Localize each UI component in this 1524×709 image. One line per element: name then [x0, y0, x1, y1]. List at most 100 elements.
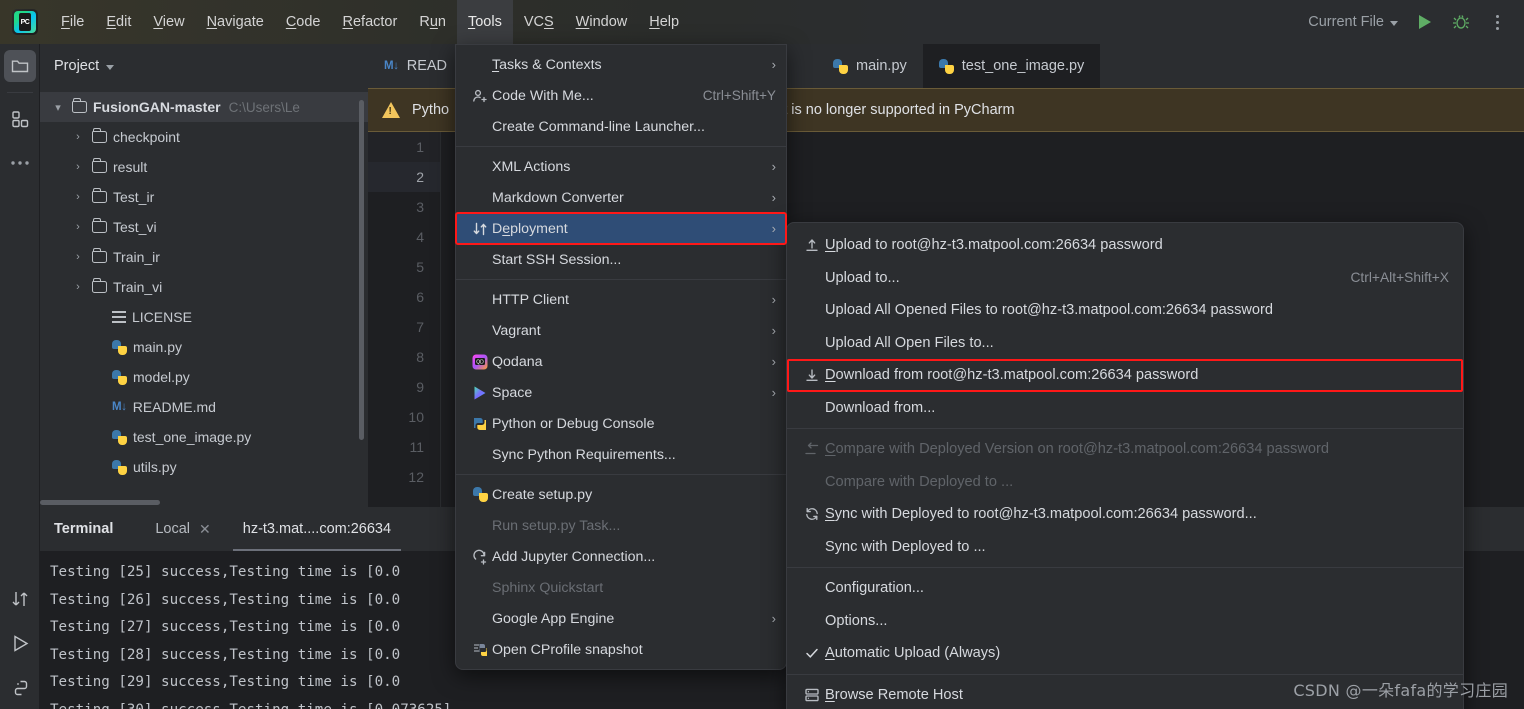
deployment-submenu[interactable]: Upload to root@hz-t3.matpool.com:26634 p… [786, 222, 1464, 709]
tools-menu-item-tasks-contexts[interactable]: Tasks & Contexts › [456, 49, 786, 80]
sidebar-item-structure[interactable] [0, 97, 40, 141]
run-configuration-selector[interactable]: Current File [1302, 14, 1404, 30]
tree-node[interactable]: M↓ README.md [40, 392, 368, 422]
menu-tools[interactable]: Tools [456, 0, 513, 44]
editor-tab-main-py[interactable]: main.py [817, 44, 923, 88]
tree-node[interactable]: LICENSE [40, 302, 368, 332]
deployment-item-upload-to-root-hz-t3-matpool-com-26634-password[interactable]: Upload to root@hz-t3.matpool.com:26634 p… [787, 229, 1463, 262]
menu-label: Navigate [206, 14, 264, 30]
deployment-item-automatic-upload-always[interactable]: Automatic Upload (Always) [787, 637, 1463, 670]
download-icon [799, 367, 825, 383]
tools-menu-item-http-client[interactable]: HTTP Client › [456, 284, 786, 315]
tools-menu-item-code-with-me[interactable]: Code With Me... Ctrl+Shift+Y [456, 80, 786, 111]
chevron-right-icon[interactable]: › [70, 161, 86, 173]
python-file-icon [112, 459, 127, 475]
tools-menu-item-create-setup-py[interactable]: Create setup.py [456, 479, 786, 510]
menu-view[interactable]: View [142, 0, 195, 44]
menu-item-label: Create Command-line Launcher... [492, 118, 705, 135]
notification-text-left: Pytho [412, 102, 450, 118]
chevron-right-icon[interactable]: › [70, 251, 86, 263]
tree-node[interactable]: test_one_image.py [40, 422, 368, 452]
menu-vcs[interactable]: VCS [513, 0, 565, 44]
chevron-right-icon[interactable]: › [70, 131, 86, 143]
tree-node[interactable]: utils.py [40, 452, 368, 482]
menu-window[interactable]: Window [565, 0, 639, 44]
tools-menu-item-deployment[interactable]: Deployment › [455, 212, 787, 245]
tools-menu-item-markdown-converter[interactable]: Markdown Converter › [456, 182, 786, 213]
menu-navigate[interactable]: Navigate [196, 0, 275, 44]
chevron-right-icon[interactable]: › [70, 221, 86, 233]
chevron-down-icon[interactable]: ▾ [50, 101, 66, 114]
menu-item-label: Compare with Deployed Version on root@hz… [825, 441, 1329, 458]
tools-menu-item-space[interactable]: Space › [456, 377, 786, 408]
tools-menu-item-sync-python-requirements[interactable]: Sync Python Requirements... [456, 439, 786, 470]
menu-item-label: Add Jupyter Connection... [492, 548, 656, 565]
menu-item-label: Run setup.py Task... [492, 517, 621, 534]
sidebar-item-python-console[interactable] [0, 665, 40, 709]
warning-triangle-icon [382, 102, 400, 118]
menu-help[interactable]: Help [638, 0, 690, 44]
folder-icon [92, 188, 107, 203]
tree-node[interactable]: › result [40, 152, 368, 182]
deployment-item-upload-to[interactable]: Upload to... Ctrl+Alt+Shift+X [787, 262, 1463, 295]
menu-label: Tools [467, 14, 502, 30]
tools-menu-item-add-jupyter-connection[interactable]: Add Jupyter Connection... [456, 541, 786, 572]
deployment-item-upload-all-opened-files-to-root-hz-t3-matpool-co[interactable]: Upload All Opened Files to root@hz-t3.ma… [787, 294, 1463, 327]
tree-node-label: LICENSE [132, 309, 192, 325]
close-icon[interactable]: ✕ [199, 521, 211, 538]
sidebar-item-more[interactable] [0, 141, 40, 185]
tools-menu-item-google-app-engine[interactable]: Google App Engine › [456, 603, 786, 634]
tree-node[interactable]: › Train_vi [40, 272, 368, 302]
project-file-tree[interactable]: ▾ FusionGAN-master C:\Users\Le › checkpoint ›… [40, 88, 368, 482]
menu-run[interactable]: Run [408, 0, 457, 44]
upload-icon [799, 237, 825, 253]
sidebar-item-project[interactable] [0, 44, 40, 88]
chevron-right-icon[interactable]: › [70, 191, 86, 203]
chevron-right-icon[interactable]: › [70, 281, 86, 293]
deployment-item-sync-with-deployed-to-root-hz-t3-matpool-com-266[interactable]: Sync with Deployed to root@hz-t3.matpool… [787, 498, 1463, 531]
menu-edit[interactable]: Edit [95, 0, 142, 44]
tools-menu-item-xml-actions[interactable]: XML Actions › [456, 151, 786, 182]
project-panel-header[interactable]: Project [40, 44, 368, 88]
tree-node-label: FusionGAN-master [93, 99, 221, 115]
tree-node[interactable]: model.py [40, 362, 368, 392]
deployment-item-sync-with-deployed-to[interactable]: Sync with Deployed to ... [787, 531, 1463, 564]
tree-node[interactable]: ▾ FusionGAN-master C:\Users\Le [40, 92, 368, 122]
line-number: 12 [408, 469, 424, 485]
tools-menu-item-qodana[interactable]: QD Qodana › [456, 346, 786, 377]
editor-tab-test_one_image-py[interactable]: test_one_image.py [922, 44, 1101, 88]
debug-bug-icon[interactable] [1446, 7, 1476, 37]
project-tree-scrollbar[interactable] [359, 100, 364, 440]
tools-dropdown-menu[interactable]: Tasks & Contexts › Code With Me... Ctrl+Shi… [455, 44, 787, 670]
tools-menu-item-python-or-debug-console[interactable]: Python or Debug Console [456, 408, 786, 439]
tree-node[interactable]: › checkpoint [40, 122, 368, 152]
tools-menu-item-vagrant[interactable]: Vagrant › [456, 315, 786, 346]
menu-file[interactable]: File [50, 0, 95, 44]
deployment-item-options[interactable]: Options... [787, 605, 1463, 638]
sidebar-item-run[interactable] [0, 621, 40, 665]
run-play-icon[interactable] [1410, 7, 1440, 37]
menu-refactor[interactable]: Refactor [332, 0, 409, 44]
sidebar-item-commit[interactable] [0, 577, 40, 621]
terminal-tab-remote[interactable]: hz-t3.mat....com:26634 [227, 507, 407, 551]
more-vertical-icon[interactable] [1482, 7, 1512, 37]
deployment-item-configuration[interactable]: Configuration... [787, 572, 1463, 605]
tools-menu-item-start-ssh-session[interactable]: Start SSH Session... [456, 244, 786, 275]
chevron-down-icon[interactable] [106, 64, 115, 70]
project-tree-hscrollbar[interactable] [40, 500, 160, 505]
menu-code[interactable]: Code [275, 0, 332, 44]
chevron-right-icon: › [771, 385, 776, 400]
tree-node[interactable]: › Test_ir [40, 182, 368, 212]
tree-node[interactable]: main.py [40, 332, 368, 362]
deployment-item-download-from[interactable]: Download from... [787, 392, 1463, 425]
tree-node[interactable]: › Test_vi [40, 212, 368, 242]
tree-node[interactable]: › Train_ir [40, 242, 368, 272]
terminal-tab-local[interactable]: Local ✕ [139, 507, 226, 551]
chevron-right-icon: › [771, 354, 776, 369]
deployment-item-download-from-root-hz-t3-matpool-com-26634-passw[interactable]: Download from root@hz-t3.matpool.com:266… [787, 359, 1463, 392]
chevron-right-icon: › [771, 611, 776, 626]
tools-menu-item-create-command-line-launcher[interactable]: Create Command-line Launcher... [456, 111, 786, 142]
tools-menu-item-open-cprofile-snapshot[interactable]: Open CProfile snapshot [456, 634, 786, 665]
chevron-down-icon [1390, 20, 1398, 26]
deployment-item-upload-all-open-files-to[interactable]: Upload All Open Files to... [787, 327, 1463, 360]
